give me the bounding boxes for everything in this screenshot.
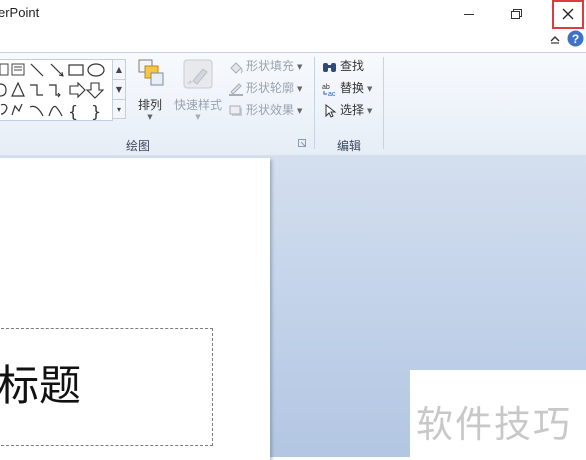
ribbon-tab-row: ? <box>0 30 586 52</box>
find-icon <box>323 62 336 72</box>
replace-icon: ab ac <box>322 84 336 96</box>
svg-text:?: ? <box>572 32 579 46</box>
quick-styles-label: 快速样式 <box>173 98 222 112</box>
slide-title: 标题 <box>0 361 82 410</box>
watermark: 软件技巧 <box>410 370 586 457</box>
shape-effects-button[interactable]: 形状效果 ▼ <box>228 100 302 120</box>
close-icon <box>562 8 574 20</box>
select-label: 选择 <box>340 103 365 117</box>
arrange-icon <box>138 59 164 86</box>
window-title: erPoint <box>0 5 40 20</box>
close-button[interactable] <box>552 0 584 29</box>
find-button[interactable]: 查找 <box>322 56 364 76</box>
shape-effects-label: 形状效果 <box>246 103 295 117</box>
svg-text:ab: ab <box>322 84 330 91</box>
shape-effects-icon <box>229 105 242 116</box>
restore-button[interactable] <box>499 0 533 28</box>
minimize-button[interactable] <box>452 0 486 28</box>
title-placeholder[interactable]: 标题 <box>0 328 213 446</box>
shape-fill-icon <box>230 61 243 74</box>
shape-outline-label: 形状轮廓 <box>246 81 295 95</box>
shape-fill-label: 形状填充 <box>246 59 295 73</box>
group-separator <box>383 57 384 149</box>
ribbon-collapse-icon[interactable] <box>548 32 562 46</box>
svg-text:{: { <box>68 102 78 120</box>
select-icon <box>325 103 337 118</box>
shape-fill-button[interactable]: 形状填充 ▼ <box>228 56 302 76</box>
select-button[interactable]: 选择 ▼ <box>322 100 372 120</box>
restore-icon <box>511 9 522 19</box>
replace-label: 替换 <box>340 81 365 95</box>
help-icon[interactable]: ? <box>567 30 584 47</box>
gallery-up-icon[interactable]: ▲ <box>113 60 125 80</box>
shape-outline-icon <box>229 82 243 96</box>
quick-styles-icon <box>183 59 213 89</box>
shape-outline-button[interactable]: 形状轮廓 ▼ <box>228 78 302 98</box>
ribbon: { } ▲ ▼ ▾ 排列 ▼ 快速样式 ▼ 形状填充 ▼ 形状轮廓 ▼ 形状效果… <box>0 52 586 156</box>
quick-styles-button[interactable]: 快速样式 ▼ <box>172 57 224 121</box>
drawing-dialog-launcher-icon[interactable] <box>298 139 307 148</box>
arrange-dropdown-icon: ▼ <box>147 113 153 121</box>
gallery-down-icon[interactable]: ▼ <box>113 80 125 100</box>
quick-styles-dropdown-icon: ▼ <box>195 113 201 121</box>
slide-workspace: 标题 软件技巧 <box>0 155 586 460</box>
shapes-gallery-icons: { } <box>0 63 105 121</box>
editing-group-label: 编辑 <box>337 139 362 153</box>
gallery-more-icon[interactable]: ▾ <box>113 100 125 119</box>
svg-text:ac: ac <box>328 91 336 96</box>
replace-button[interactable]: ab ac 替换 ▼ <box>322 78 372 98</box>
title-bar: erPoint <box>0 0 586 30</box>
svg-text:}: } <box>91 102 101 120</box>
arrange-label: 排列 <box>137 98 162 112</box>
shapes-gallery[interactable]: { } <box>0 59 113 121</box>
minimize-icon <box>464 14 474 15</box>
slide-canvas[interactable]: 标题 <box>0 158 270 460</box>
watermark-text: 软件技巧 <box>416 403 572 446</box>
gallery-scroll[interactable]: ▲ ▼ ▾ <box>112 59 126 119</box>
group-separator <box>314 57 315 149</box>
arrange-button[interactable]: 排列 ▼ <box>132 57 168 121</box>
drawing-group-label: 绘图 <box>126 139 151 153</box>
find-label: 查找 <box>340 59 365 73</box>
